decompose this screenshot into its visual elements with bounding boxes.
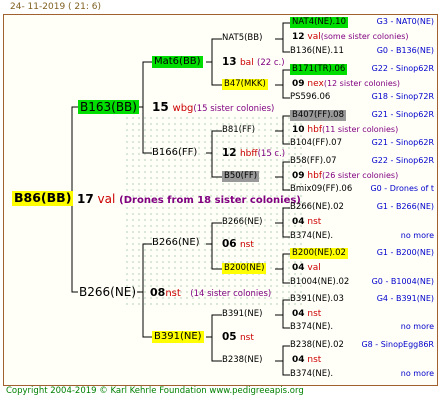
gen2-info: 12 hbff(15 c.) bbox=[222, 147, 286, 159]
gen4-origin-info[interactable]: no more bbox=[401, 370, 434, 378]
gen4-origin-info[interactable]: G22 - Sinop62R bbox=[372, 65, 434, 73]
gen3-queen-box[interactable]: B200(NE) bbox=[222, 263, 267, 274]
gen4-origin-info[interactable]: G1 - B266(NE) bbox=[377, 203, 434, 211]
gen4-drone-label[interactable]: NAT4(NE).10 bbox=[290, 17, 348, 28]
gen3-info: 10 hbf(11 sister colonies) bbox=[292, 125, 399, 135]
gen4-origin-info[interactable]: G21 - Sinop62R bbox=[372, 139, 434, 147]
root-num: 17 bbox=[77, 192, 94, 206]
gen4-origin-info[interactable]: G8 - SinopEgg86R bbox=[361, 341, 434, 349]
gen2-queen-box[interactable]: B166(FF) bbox=[152, 148, 197, 158]
gen2-queen-box[interactable]: B266(NE) bbox=[152, 238, 200, 248]
gen3-queen-box[interactable]: B50(FF) bbox=[222, 171, 260, 182]
gen4-origin-info[interactable]: G18 - Sinop72R bbox=[372, 93, 434, 101]
gen3-info: 04 nst bbox=[292, 309, 322, 319]
gen3-queen-box[interactable]: NAT5(BB) bbox=[222, 34, 262, 43]
gen2-queen-box[interactable]: B391(NE) bbox=[152, 331, 204, 343]
gen1-queen-box[interactable]: B266(NE) bbox=[79, 286, 136, 298]
gen4-origin-info[interactable]: G1 - B200(NE) bbox=[377, 249, 434, 257]
gen4-drone-label[interactable]: B374(NE). bbox=[290, 370, 333, 379]
gen4-drone-label[interactable]: B391(NE).03 bbox=[290, 295, 344, 304]
gen4-origin-info[interactable]: G21 - Sinop62R bbox=[372, 111, 434, 119]
gen4-origin-info[interactable]: no more bbox=[401, 232, 434, 240]
gen4-drone-label[interactable]: B58(FF).07 bbox=[290, 157, 337, 166]
gen4-origin-info[interactable]: G0 - B136(NE) bbox=[377, 47, 434, 55]
root-queen-box[interactable]: B86(BB) bbox=[12, 191, 74, 206]
gen3-queen-box[interactable]: B266(NE) bbox=[222, 218, 262, 227]
gen4-drone-label[interactable]: B238(NE).02 bbox=[290, 341, 344, 350]
gen4-drone-label[interactable]: B104(FF).07 bbox=[290, 139, 342, 148]
root-info: 17 val (Drones from 18 sister colonies) bbox=[77, 193, 301, 206]
root-note: (Drones from 18 sister colonies) bbox=[119, 195, 301, 206]
gen3-info: 04 val bbox=[292, 263, 321, 273]
gen4-drone-label[interactable]: B200(NE).02 bbox=[290, 248, 348, 259]
gen3-queen-box[interactable]: B81(FF) bbox=[222, 126, 255, 135]
gen3-queen-box[interactable]: B47(MKK) bbox=[222, 79, 268, 90]
gen4-drone-label[interactable]: B407(FF).08 bbox=[290, 110, 346, 121]
gen4-drone-label[interactable]: B266(NE).02 bbox=[290, 203, 344, 212]
gen1-info: 08nst (14 sister colonies) bbox=[150, 286, 272, 299]
gen4-drone-label[interactable]: B374(NE). bbox=[290, 323, 333, 332]
gen2-queen-box[interactable]: Mat6(BB) bbox=[152, 56, 203, 68]
gen4-origin-info[interactable]: G0 - B1004(NE) bbox=[372, 278, 434, 286]
gen4-origin-info[interactable]: G4 - B391(NE) bbox=[377, 295, 434, 303]
gen3-info: 04 nst bbox=[292, 355, 322, 365]
gen2-info: 05 nst bbox=[222, 331, 254, 343]
gen4-drone-label[interactable]: B136(NE).11 bbox=[290, 47, 344, 56]
gen3-info: 04 nst bbox=[292, 217, 322, 227]
root-word: val bbox=[97, 192, 116, 206]
gen4-origin-info[interactable]: G0 - Drones of t bbox=[370, 185, 434, 193]
gen1-info: 15 wbg(15 sister colonies) bbox=[152, 100, 275, 114]
gen3-info: 09 nex(12 sister colonies) bbox=[292, 79, 401, 89]
gen3-info: 12 val(some sister colonies) bbox=[292, 32, 409, 42]
gen4-drone-label[interactable]: B374(NE). bbox=[290, 232, 333, 241]
gen2-info: 06 nst bbox=[222, 238, 254, 250]
gen4-origin-info[interactable]: no more bbox=[401, 323, 434, 331]
gen3-info: 09 hbf(26 sister colonies) bbox=[292, 171, 399, 181]
copyright-footer: Copyright 2004-2019 © Karl Kehrle Founda… bbox=[6, 386, 304, 396]
gen3-queen-box[interactable]: B238(NE) bbox=[222, 356, 262, 365]
gen4-drone-label[interactable]: Bmix09(FF).06 bbox=[290, 185, 352, 194]
gen4-drone-label[interactable]: B1004(NE).02 bbox=[290, 278, 349, 287]
gen4-drone-label[interactable]: PS596.06 bbox=[290, 93, 330, 102]
gen4-drone-label[interactable]: B171(TR).06 bbox=[290, 64, 348, 75]
gen1-queen-box[interactable]: B163(BB) bbox=[78, 100, 139, 114]
gen3-queen-box[interactable]: B391(NE) bbox=[222, 310, 262, 319]
gen2-info: 13 bal (22 c.) bbox=[222, 56, 285, 68]
gen4-origin-info[interactable]: G3 - NAT0(NE) bbox=[377, 18, 434, 26]
gen4-origin-info[interactable]: G22 - Sinop62R bbox=[372, 157, 434, 165]
